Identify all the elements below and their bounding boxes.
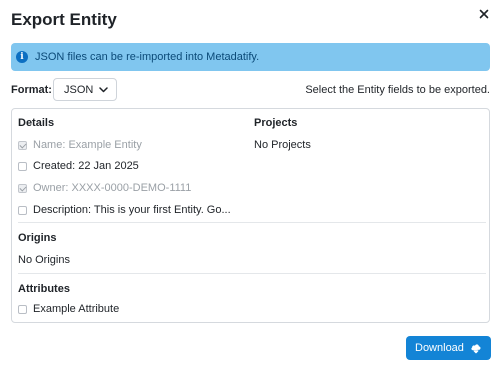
close-button[interactable] — [474, 4, 494, 24]
divider — [18, 222, 486, 223]
checkbox — [18, 183, 27, 193]
field-owner-checkbox[interactable]: Owner: XXXX-0000-DEMO-1111 — [18, 181, 191, 195]
export-hint: Select the Entity fields to be exported. — [305, 84, 490, 96]
attributes-heading: Attributes — [18, 283, 70, 295]
info-icon: i — [16, 51, 28, 63]
banner-message: JSON files can be re-imported into Metad… — [35, 51, 260, 63]
attribute-label: Example Attribute — [33, 303, 120, 315]
field-description-label: Description: This is your first Entity. … — [33, 204, 231, 216]
checkbox — [18, 205, 27, 215]
field-owner-label: Owner: XXXX-0000-DEMO-1111 — [33, 182, 192, 194]
field-name-checkbox[interactable]: Name: Example Entity — [18, 138, 142, 152]
info-banner: i JSON files can be re-imported into Met… — [11, 43, 490, 71]
format-label: Format: — [11, 84, 52, 96]
format-select[interactable]: JSON — [53, 78, 117, 101]
field-description-checkbox[interactable]: Description: This is your first Entity. … — [18, 203, 231, 217]
checkbox — [18, 161, 27, 171]
origins-heading: Origins — [18, 232, 57, 244]
field-name-label: Name: Example Entity — [33, 139, 142, 151]
export-entity-dialog: Export Entity i JSON files can be re-imp… — [0, 0, 500, 367]
cloud-download-icon — [471, 344, 481, 354]
checkbox — [18, 140, 27, 150]
fields-panel: Details Projects Name: Example Entity Cr… — [11, 108, 490, 323]
download-label: Download — [415, 342, 464, 354]
divider — [18, 273, 486, 274]
field-created-label: Created: 22 Jan 2025 — [33, 160, 139, 172]
dialog-title: Export Entity — [11, 10, 117, 29]
download-button[interactable]: Download — [406, 336, 491, 360]
projects-heading: Projects — [254, 117, 298, 129]
checkbox — [18, 304, 27, 314]
details-heading: Details — [18, 117, 55, 129]
format-selected-value: JSON — [64, 83, 94, 96]
no-projects-text: No Projects — [254, 139, 311, 151]
no-origins-text: No Origins — [18, 254, 70, 266]
attribute-checkbox[interactable]: Example Attribute — [18, 302, 119, 316]
field-created-checkbox[interactable]: Created: 22 Jan 2025 — [18, 159, 139, 173]
chevron-down-icon — [99, 87, 108, 93]
close-icon — [479, 9, 489, 19]
